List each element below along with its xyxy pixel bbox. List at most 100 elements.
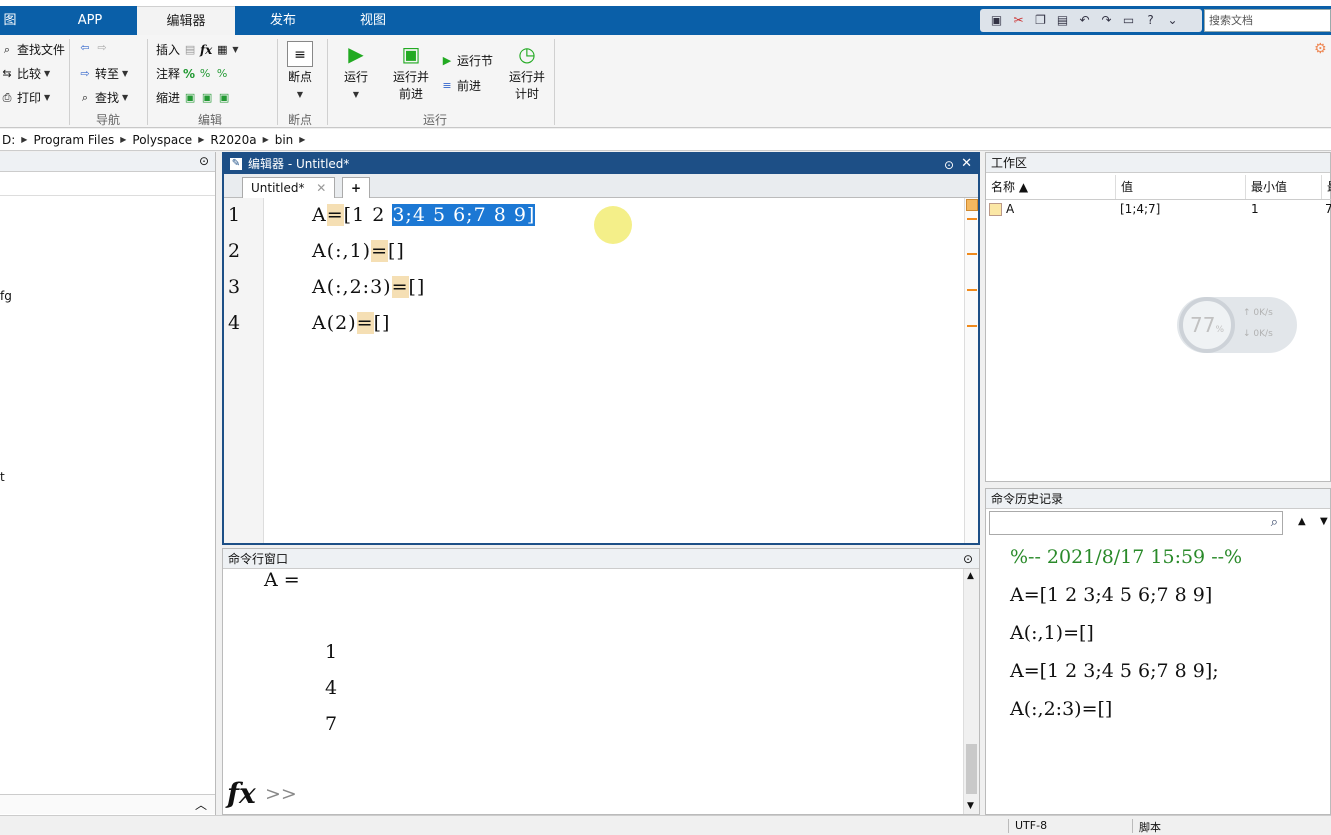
play-icon: ▶ bbox=[348, 42, 364, 66]
fx-function-browser-icon[interactable]: fx bbox=[227, 777, 256, 810]
history-item[interactable]: A(:,2:3)=[] bbox=[1010, 698, 1112, 720]
scrollbar-thumb[interactable] bbox=[966, 744, 977, 794]
warning-mark[interactable] bbox=[967, 253, 977, 255]
chevron-right-icon[interactable]: ▶ bbox=[21, 135, 27, 144]
chevron-right-icon[interactable]: ▶ bbox=[198, 135, 204, 144]
compare-button[interactable]: ⇆ 比较 ▼ bbox=[0, 65, 50, 82]
column-value[interactable]: 值 bbox=[1116, 175, 1246, 199]
warning-mark[interactable] bbox=[967, 218, 977, 220]
find-button[interactable]: ⌕ 查找 ▼ bbox=[78, 89, 128, 106]
breadcrumb-bin[interactable]: bin bbox=[275, 133, 294, 147]
run-button[interactable]: ▶ 运行 ▼ bbox=[336, 41, 376, 103]
search-icon[interactable]: ⌕ bbox=[1271, 515, 1278, 530]
chevron-right-icon[interactable]: ▶ bbox=[120, 135, 126, 144]
chevron-up-icon[interactable]: ▲ bbox=[967, 571, 974, 581]
save-icon[interactable]: ▣ bbox=[988, 12, 1005, 29]
wrap-comment-icon[interactable]: % bbox=[215, 67, 229, 81]
goto-icon: ⇨ bbox=[80, 66, 90, 80]
chevron-up-icon[interactable]: ▲ bbox=[1298, 516, 1306, 527]
chevron-right-icon[interactable]: ▶ bbox=[299, 135, 305, 144]
breadcrumb-r2020a[interactable]: R2020a bbox=[210, 133, 256, 147]
download-arrow-icon: ↓ bbox=[1243, 329, 1251, 339]
run-section-button[interactable]: ▶ 运行节 bbox=[440, 52, 493, 69]
warning-mark[interactable] bbox=[967, 289, 977, 291]
code-line-3[interactable]: A(:,2:3)=[] bbox=[312, 276, 425, 298]
switch-window-icon[interactable]: ▭ bbox=[1120, 12, 1137, 29]
code-line-2[interactable]: A(:,1)=[] bbox=[312, 240, 405, 262]
panel-menu-icon[interactable]: ⊙ bbox=[199, 154, 209, 168]
paste-icon[interactable]: ▤ bbox=[1054, 12, 1071, 29]
run-advance-icon: ▣ bbox=[401, 42, 421, 66]
close-tab-icon[interactable]: ✕ bbox=[316, 181, 326, 195]
workspace-title: 工作区 bbox=[986, 153, 1330, 173]
history-item[interactable]: A=[1 2 3;4 5 6;7 8 9]; bbox=[1010, 660, 1219, 682]
network-speed-widget[interactable]: 77% ↑ 0K/s ↓ 0K/s bbox=[1177, 297, 1297, 353]
smart-indent-icon[interactable]: ▣ bbox=[183, 91, 197, 105]
command-window-scrollbar[interactable]: ▲ ▼ bbox=[963, 569, 979, 814]
table-row[interactable]: A [1;4;7] 1 7 bbox=[986, 201, 1331, 219]
command-window-header: 命令行窗口 ⊙ bbox=[223, 549, 979, 569]
indent-button[interactable]: 缩进 ▣ ▣ ▣ bbox=[156, 89, 231, 106]
goto-button[interactable]: ⇨ 转至 ▼ bbox=[78, 65, 128, 82]
new-tab-button[interactable]: + bbox=[342, 177, 371, 198]
tab-view[interactable]: 视图 bbox=[330, 6, 416, 35]
percent-icon[interactable]: % bbox=[183, 67, 195, 81]
tab-publish[interactable]: 发布 bbox=[240, 6, 326, 35]
details-bar[interactable]: ︿ bbox=[0, 794, 215, 814]
line-number: 1 bbox=[228, 204, 241, 226]
chevron-down-icon[interactable]: ⌄ bbox=[1164, 12, 1181, 29]
code-line-1[interactable]: A=[1 2 3;4 5 6;7 8 9] bbox=[312, 204, 536, 226]
search-documentation-input[interactable]: 搜索文档 bbox=[1204, 9, 1331, 32]
undo-icon[interactable]: ↶ bbox=[1076, 12, 1093, 29]
chevron-up-icon[interactable]: ︿ bbox=[195, 796, 207, 813]
tab-untitled[interactable]: Untitled* ✕ bbox=[242, 177, 336, 198]
fx-icon[interactable]: fx bbox=[200, 43, 212, 57]
insert-button[interactable]: 插入 ▤ fx ▦ ▼ bbox=[156, 41, 239, 58]
community-icon[interactable]: ⚙ bbox=[1314, 41, 1331, 58]
decrease-indent-icon[interactable]: ▣ bbox=[217, 91, 231, 105]
panel-menu-icon[interactable]: ⊙ bbox=[963, 549, 973, 569]
command-prompt[interactable]: >> bbox=[265, 783, 297, 805]
print-button[interactable]: ⎙ 打印 ▼ bbox=[0, 89, 51, 106]
breadcrumb-program-files[interactable]: Program Files bbox=[33, 133, 114, 147]
run-and-time-button[interactable]: ◷ 运行并 计时 bbox=[504, 41, 550, 103]
find-files-button[interactable]: ⌕ 查找文件 bbox=[0, 41, 65, 58]
tab-editor[interactable]: 编辑器 bbox=[137, 6, 235, 35]
breakpoints-button[interactable]: ≡ 断点 ▼ bbox=[282, 41, 318, 103]
function-icon[interactable]: ▦ bbox=[215, 43, 229, 57]
history-item[interactable]: A(:,1)=[] bbox=[1010, 622, 1094, 644]
warning-marker-bar[interactable] bbox=[964, 198, 978, 543]
column-max[interactable]: 最 bbox=[1322, 175, 1331, 199]
warning-indicator-icon[interactable] bbox=[966, 199, 978, 211]
chevron-right-icon[interactable]: ▶ bbox=[263, 135, 269, 144]
copy-icon[interactable]: ❐ bbox=[1032, 12, 1049, 29]
cut-icon[interactable]: ✂ bbox=[1010, 12, 1027, 29]
tab-plot[interactable]: 图 bbox=[0, 6, 20, 35]
comment-button[interactable]: 注释%%% bbox=[156, 65, 229, 82]
breadcrumb-drive[interactable]: D: bbox=[2, 133, 15, 147]
breadcrumb-polyspace[interactable]: Polyspace bbox=[132, 133, 192, 147]
file-item[interactable]: fg bbox=[0, 289, 12, 303]
column-name[interactable]: 名称 ▲ bbox=[986, 175, 1116, 199]
increase-indent-icon[interactable]: ▣ bbox=[200, 91, 214, 105]
help-icon[interactable]: ? bbox=[1142, 12, 1159, 29]
back-forward-buttons[interactable]: ⇦ ⇨ bbox=[78, 41, 109, 55]
chevron-down-icon[interactable]: ▼ bbox=[1320, 516, 1328, 527]
tab-app[interactable]: APP bbox=[50, 6, 130, 35]
back-arrow-icon[interactable]: ⇦ bbox=[78, 41, 92, 55]
history-search-input[interactable]: ⌕ bbox=[989, 511, 1283, 535]
redo-icon[interactable]: ↷ bbox=[1098, 12, 1115, 29]
uncomment-icon[interactable]: % bbox=[198, 67, 212, 81]
column-min[interactable]: 最小值 bbox=[1246, 175, 1322, 199]
close-icon[interactable]: ✕ bbox=[961, 154, 972, 174]
editor-menu-icon[interactable]: ⊙ bbox=[944, 155, 954, 175]
forward-arrow-icon[interactable]: ⇨ bbox=[95, 41, 109, 55]
dropdown-arrow-icon: ▼ bbox=[122, 93, 129, 102]
run-and-advance-button[interactable]: ▣ 运行并 前进 bbox=[388, 41, 434, 103]
history-item[interactable]: A=[1 2 3;4 5 6;7 8 9] bbox=[1010, 584, 1212, 606]
warning-mark[interactable] bbox=[967, 325, 977, 327]
file-item[interactable]: t bbox=[0, 470, 5, 484]
code-line-4[interactable]: A(2)=[] bbox=[312, 312, 390, 334]
chevron-down-icon[interactable]: ▼ bbox=[967, 801, 974, 811]
advance-button[interactable]: ≡ 前进 bbox=[440, 77, 481, 94]
